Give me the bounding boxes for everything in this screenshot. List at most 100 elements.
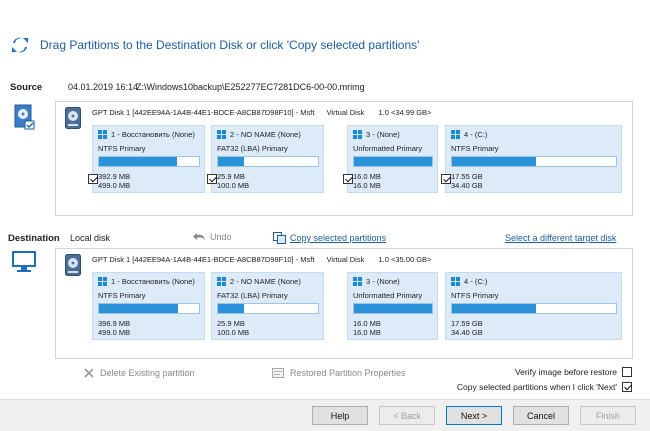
partition-title-row: 3 - (None) [353, 277, 400, 286]
disk-type: Virtual Disk [326, 108, 365, 117]
windows-logo-icon [353, 130, 362, 139]
partition-filesystem: NTFS Primary [451, 144, 499, 153]
disk-size: 1.0 <35.00 GB> [378, 255, 432, 264]
partition-card[interactable]: 3 - (None) Unformatted Primary 16.0 MB 16.0… [347, 272, 438, 340]
help-button[interactable]: Help [312, 406, 368, 425]
swap-arrows-icon [12, 37, 28, 53]
windows-logo-icon [98, 130, 107, 139]
copy-icon [273, 232, 286, 244]
computer-icon [12, 250, 36, 274]
partition-title: 3 - (None) [366, 277, 400, 286]
undo-icon [193, 233, 205, 240]
partition-checkbox[interactable] [88, 174, 98, 184]
partition-usage-bar [217, 156, 319, 167]
undo-button[interactable]: Undo [193, 232, 232, 242]
partition-used: 16.0 MB [353, 319, 381, 328]
select-different-target-link[interactable]: Select a different target disk [505, 233, 616, 243]
partition-checkbox[interactable] [441, 174, 451, 184]
partition-title: 3 - (None) [366, 130, 400, 139]
partition-checkbox[interactable] [207, 174, 217, 184]
partition-total: 16.0 MB [353, 328, 381, 337]
destination-label: Destination [8, 233, 60, 244]
destination-disk-panel: GPT Disk 1 [442EE94A-1A4B-44E1-BDCE-A8CB… [55, 248, 633, 359]
undo-label: Undo [210, 232, 232, 242]
disk-name: GPT Disk 1 [442EE94A-1A4B-44E1-BDCE-A8CB… [92, 255, 315, 264]
partition-card[interactable]: 4 - (C:) NTFS Primary 17.55 GB 34.40 GB [441, 125, 622, 193]
destination-disk-header: GPT Disk 1 [442EE94A-1A4B-44E1-BDCE-A8CB… [92, 255, 431, 264]
partition-filesystem: NTFS Primary [98, 144, 146, 153]
partition-usage-fill [218, 157, 244, 166]
partition-used: 392.9 MB [98, 172, 131, 181]
partition-used: 17.55 GB [451, 172, 483, 181]
partition-title-row: 4 - (C:) [451, 130, 487, 139]
partition-used: 25.9 MB [217, 172, 245, 181]
partition-title-row: 4 - (C:) [451, 277, 487, 286]
close-icon [84, 368, 94, 378]
source-path: Z:\Windows10backup\E252277EC7281DC6-00-0… [136, 82, 365, 92]
partition-used: 17.59 GB [451, 319, 483, 328]
source-disk-header: GPT Disk 1 [442EE94A-1A4B-44E1-BDCE-A8CB… [92, 108, 431, 117]
next-button[interactable]: Next > [446, 406, 502, 425]
partition-properties-button[interactable]: Restored Partition Properties [272, 368, 406, 378]
partition-total: 100.0 MB [217, 328, 250, 337]
partition-usage-fill [354, 157, 432, 166]
partition-total: 100.0 MB [217, 181, 250, 190]
image-file-icon [14, 104, 36, 130]
partition-total: 499.0 MB [98, 328, 131, 337]
windows-logo-icon [451, 277, 460, 286]
hard-disk-icon [65, 107, 81, 129]
partition-usage-fill [99, 304, 178, 313]
partition-filesystem: Unformatted Primary [353, 291, 423, 300]
cancel-button[interactable]: Cancel [513, 406, 569, 425]
partition-used: 396.9 MB [98, 319, 131, 328]
windows-logo-icon [451, 130, 460, 139]
partition-usage-fill [452, 304, 536, 313]
partition-card[interactable]: 2 - NO NAME (None) FAT32 (LBA) Primary 25.… [211, 272, 324, 340]
copy-selected-label: Copy selected partitions [290, 233, 387, 243]
finish-button[interactable]: Finish [580, 406, 636, 425]
partition-title: 1 - Восстановить (None) [111, 130, 195, 139]
partition-usage-fill [452, 157, 536, 166]
partition-card[interactable]: 1 - Восстановить (None) NTFS Primary 392.9… [88, 125, 205, 193]
partition-title-row: 2 - NO NAME (None) [217, 130, 301, 139]
disk-size: 1.0 <34.99 GB> [378, 108, 432, 117]
partition-usage-bar [98, 156, 200, 167]
partition-checkbox[interactable] [343, 174, 353, 184]
partition-title-row: 1 - Восстановить (None) [98, 277, 195, 286]
partition-title-row: 3 - (None) [353, 130, 400, 139]
partition-usage-fill [218, 304, 244, 313]
back-button[interactable]: < Back [379, 406, 435, 425]
copy-on-next-label: Copy selected partitions when I click 'N… [456, 382, 617, 392]
partition-title: 1 - Восстановить (None) [111, 277, 195, 286]
partition-title: 2 - NO NAME (None) [230, 130, 301, 139]
windows-logo-icon [217, 277, 226, 286]
verify-image-option[interactable]: Verify image before restore [515, 367, 632, 377]
copy-on-next-option[interactable]: Copy selected partitions when I click 'N… [457, 382, 632, 392]
windows-logo-icon [98, 277, 107, 286]
hard-disk-icon [65, 254, 81, 276]
partition-title: 4 - (C:) [464, 130, 488, 139]
partition-usage-bar [353, 303, 433, 314]
source-label: Source [10, 82, 43, 93]
partition-card[interactable]: 3 - (None) Unformatted Primary 16.0 MB 16.0… [343, 125, 438, 193]
delete-partition-button[interactable]: Delete Existing partition [84, 368, 195, 378]
partition-title-row: 2 - NO NAME (None) [217, 277, 301, 286]
partition-total: 34.40 GB [451, 328, 483, 337]
partition-total: 34.40 GB [451, 181, 483, 190]
partition-filesystem: FAT32 (LBA) Primary [217, 144, 288, 153]
source-disk-panel: GPT Disk 1 [442EE94A-1A4B-44E1-BDCE-A8CB… [55, 101, 633, 216]
partition-usage-bar [353, 156, 433, 167]
copy-selected-partitions-link[interactable]: Copy selected partitions [273, 232, 386, 244]
partition-title: 2 - NO NAME (None) [230, 277, 301, 286]
delete-partition-label: Delete Existing partition [100, 368, 195, 378]
partition-total: 16.0 MB [353, 181, 381, 190]
partition-title-row: 1 - Восстановить (None) [98, 130, 195, 139]
partition-card[interactable]: 2 - NO NAME (None) FAT32 (LBA) Primary 25.… [207, 125, 324, 193]
wizard-header: Drag Partitions to the Destination Disk … [10, 34, 419, 56]
partition-title: 4 - (C:) [464, 277, 488, 286]
copy-on-next-checkbox[interactable] [622, 382, 632, 392]
partition-card[interactable]: 1 - Восстановить (None) NTFS Primary 396.9… [92, 272, 205, 340]
partition-card[interactable]: 4 - (C:) NTFS Primary 17.59 GB 34.40 GB [445, 272, 622, 340]
verify-image-checkbox[interactable] [622, 367, 632, 377]
partition-usage-bar [451, 303, 617, 314]
